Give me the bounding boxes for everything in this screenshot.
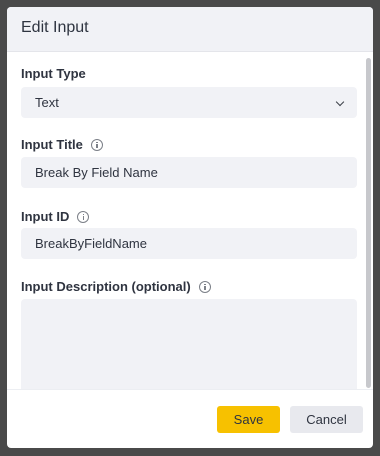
vertical-scrollbar[interactable] bbox=[366, 58, 371, 388]
input-type-label: Input Type bbox=[21, 66, 86, 81]
input-type-select[interactable]: Text bbox=[21, 87, 357, 118]
input-description-label: Input Description (optional) bbox=[21, 279, 211, 294]
input-description-label-text: Input Description (optional) bbox=[21, 279, 191, 294]
input-title-label: Input Title bbox=[21, 137, 103, 152]
input-id-field[interactable]: BreakByFieldName bbox=[21, 228, 357, 259]
dialog-body: Input Type Text Input Title Break By Fie… bbox=[7, 52, 373, 389]
input-type-value: Text bbox=[35, 95, 59, 110]
info-icon[interactable] bbox=[90, 138, 103, 151]
input-id-label-text: Input ID bbox=[21, 209, 70, 224]
footer-divider bbox=[7, 389, 373, 390]
input-id-label: Input ID bbox=[21, 209, 90, 224]
dialog-title: Edit Input bbox=[21, 19, 89, 36]
dialog-header: Edit Input bbox=[7, 7, 373, 52]
input-id-value: BreakByFieldName bbox=[35, 236, 147, 251]
edit-input-dialog: Edit Input Input Type Text Input Title B… bbox=[7, 7, 373, 448]
input-title-value: Break By Field Name bbox=[35, 165, 158, 180]
info-icon[interactable] bbox=[77, 210, 90, 223]
input-title-label-text: Input Title bbox=[21, 137, 83, 152]
input-title-field[interactable]: Break By Field Name bbox=[21, 157, 357, 188]
cancel-button[interactable]: Cancel bbox=[290, 406, 363, 433]
info-icon[interactable] bbox=[198, 280, 211, 293]
save-button[interactable]: Save bbox=[217, 406, 280, 433]
input-description-textarea[interactable] bbox=[21, 299, 357, 389]
input-type-label-text: Input Type bbox=[21, 66, 86, 81]
chevron-down-icon bbox=[335, 97, 345, 107]
